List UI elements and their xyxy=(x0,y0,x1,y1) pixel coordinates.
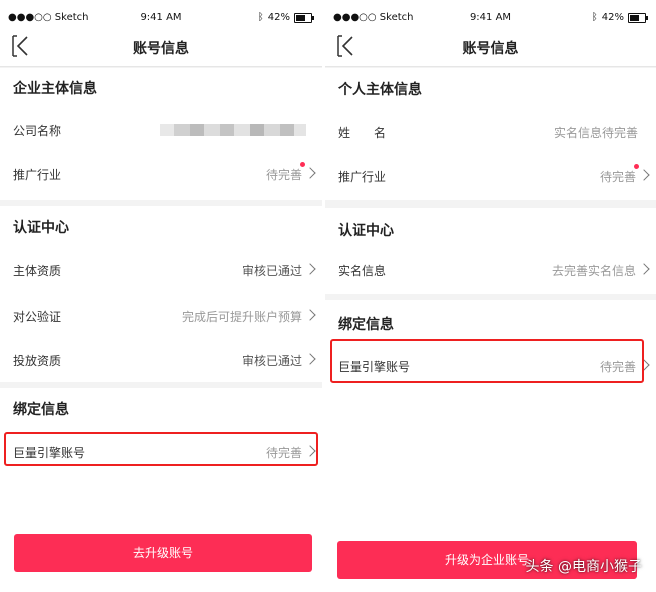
section-title: 企业主体信息 xyxy=(13,81,97,97)
page-title: 账号信息 xyxy=(462,41,519,57)
industry-row[interactable]: 推广行业 待完善 xyxy=(325,154,656,198)
name-row[interactable]: 姓 名 实名信息待完善 xyxy=(325,110,656,154)
nav-bar: 账号信息 xyxy=(0,34,322,67)
cert-row[interactable]: 投放资质 审核已通过 xyxy=(0,338,322,382)
status-right: ᛒ 42% xyxy=(591,12,648,23)
personal-entity-section: 个人主体信息 姓 名 实名信息待完善 推广行业 待完善 xyxy=(325,68,656,200)
row-label: 姓 名 xyxy=(338,126,387,140)
watermark-text: 头条 @电商小猴子 xyxy=(525,559,642,575)
row-value: 去完善实名信息 xyxy=(551,264,636,278)
row-label: 推广行业 xyxy=(13,168,62,182)
row-label: 对公验证 xyxy=(13,310,62,324)
cert-row[interactable]: 对公验证 完成后可提升账户预算 xyxy=(0,294,322,338)
row-label: 公司名称 xyxy=(13,124,62,138)
bluetooth-icon: ᛒ xyxy=(591,12,598,23)
chevron-right-icon xyxy=(304,167,316,179)
chevron-right-icon xyxy=(638,169,650,181)
highlight-box xyxy=(330,339,644,383)
section-title: 绑定信息 xyxy=(13,402,69,418)
upgrade-account-button[interactable]: 去升级账号 xyxy=(14,534,312,572)
cert-section: 认证中心 主体资质 审核已通过 对公验证 完成后可提升账户预算 投放资质 审核已… xyxy=(0,206,322,382)
realname-row[interactable]: 实名信息 去完善实名信息 xyxy=(325,248,656,292)
section-title: 认证中心 xyxy=(338,223,394,239)
row-label: 推广行业 xyxy=(338,170,387,184)
row-value: 实名信息待完善 xyxy=(553,126,638,140)
section-title: 认证中心 xyxy=(13,220,69,236)
redacted-company-name xyxy=(160,124,306,136)
cert-section: 认证中心 实名信息 去完善实名信息 xyxy=(325,208,656,294)
nav-bar: 账号信息 xyxy=(325,34,656,67)
status-right: ᛒ 42% xyxy=(257,12,314,23)
row-value: 待完善 xyxy=(265,168,302,182)
section-title: 个人主体信息 xyxy=(338,82,422,98)
red-dot-badge xyxy=(300,162,305,167)
chevron-right-icon xyxy=(304,353,316,365)
status-bar: ●●●○○ Sketch 9:41 AM ᛒ 42% xyxy=(325,0,656,34)
row-value: 审核已通过 xyxy=(241,264,302,278)
chevron-right-icon xyxy=(304,263,316,275)
highlight-box xyxy=(4,432,318,466)
chevron-right-icon xyxy=(304,309,316,321)
status-bar: ●●●○○ Sketch 9:41 AM ᛒ 42% xyxy=(0,0,322,34)
cert-row[interactable]: 主体资质 审核已通过 xyxy=(0,248,322,292)
row-value: 完成后可提升账户预算 xyxy=(181,310,302,324)
left-phone-screen: ●●●○○ Sketch 9:41 AM ᛒ 42% 账号信息 企业主体信息 公… xyxy=(0,0,322,592)
bluetooth-icon: ᛒ xyxy=(257,12,264,23)
entity-section: 企业主体信息 公司名称 推广行业 待完善 xyxy=(0,68,322,200)
battery-percent: 42% xyxy=(267,12,290,23)
section-title: 绑定信息 xyxy=(338,317,394,333)
battery-icon xyxy=(294,12,314,23)
red-dot-badge xyxy=(634,164,639,169)
battery-icon xyxy=(628,12,648,23)
row-label: 投放资质 xyxy=(13,354,62,368)
row-label: 实名信息 xyxy=(338,264,387,278)
page-title: 账号信息 xyxy=(133,41,189,57)
company-name-row[interactable]: 公司名称 xyxy=(0,108,322,152)
battery-percent: 42% xyxy=(601,12,624,23)
row-value: 待完善 xyxy=(599,170,636,184)
industry-row[interactable]: 推广行业 待完善 xyxy=(0,152,322,196)
row-label: 主体资质 xyxy=(13,264,62,278)
row-value: 审核已通过 xyxy=(241,354,302,368)
chevron-right-icon xyxy=(638,263,650,275)
right-phone-screen: ●●●○○ Sketch 9:41 AM ᛒ 42% 账号信息 个人主体信息 姓… xyxy=(325,0,656,592)
